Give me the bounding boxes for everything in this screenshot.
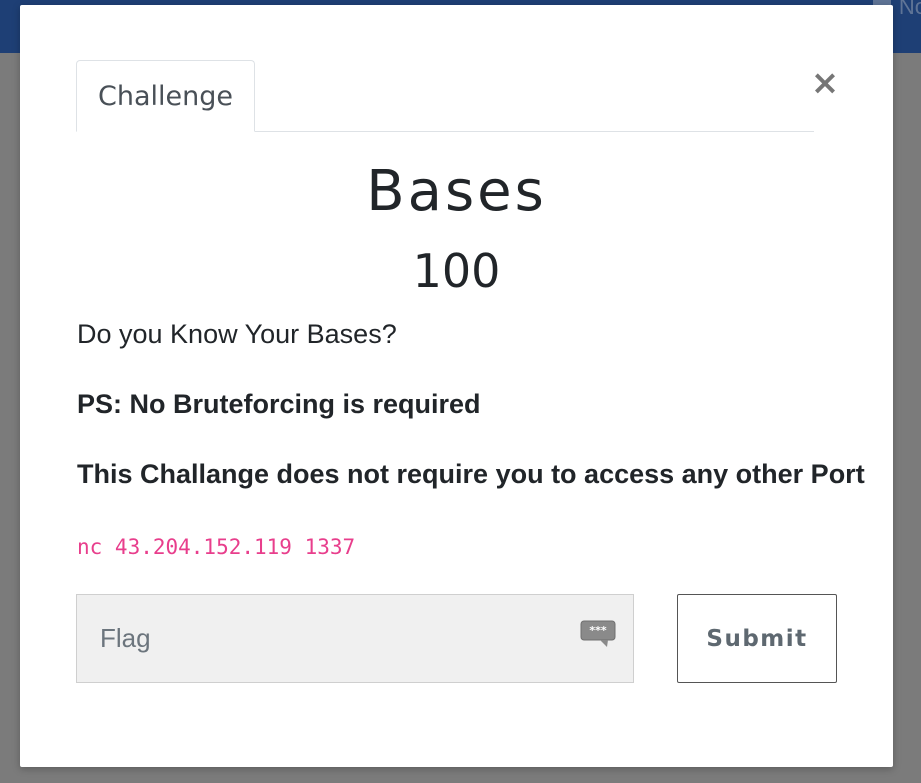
connection-command: nc 43.204.152.119 1337 — [77, 535, 356, 559]
challenge-modal: Challenge × Bases 100 Do you Know Your B… — [20, 5, 893, 767]
port-note: This Challange does not require you to a… — [77, 459, 865, 489]
challenge-points: 100 — [412, 244, 501, 298]
modal-tabs: Challenge — [76, 60, 814, 132]
close-button[interactable]: × — [810, 65, 840, 101]
challenge-title: Bases — [366, 159, 547, 224]
flag-input[interactable] — [77, 595, 633, 682]
svg-text:***: *** — [589, 624, 607, 637]
password-bubble-icon[interactable]: *** — [580, 620, 616, 648]
submit-button[interactable]: Submit — [677, 594, 837, 683]
tab-challenge[interactable]: Challenge — [76, 60, 255, 132]
bruteforce-note: PS: No Bruteforcing is required — [77, 389, 481, 419]
flag-field: *** — [76, 594, 634, 683]
challenge-question: Do you Know Your Bases? — [77, 319, 397, 349]
backdrop-nav-text: No — [898, 0, 921, 19]
